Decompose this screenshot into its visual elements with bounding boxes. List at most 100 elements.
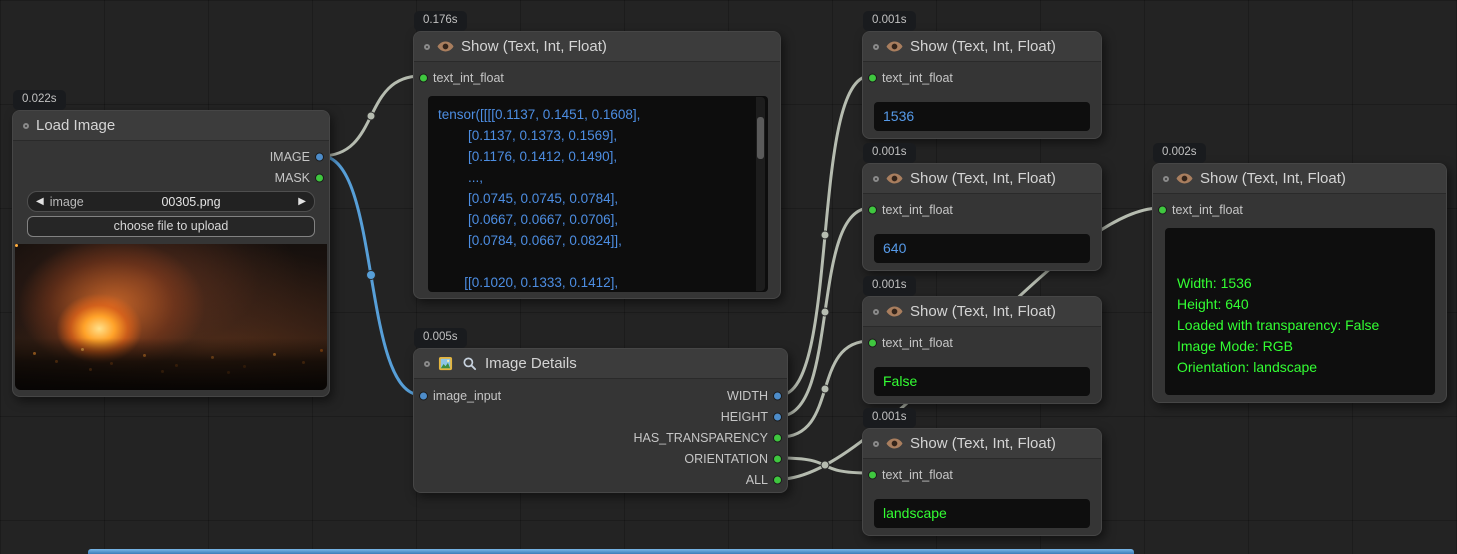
node-title: Show (Text, Int, Float)	[1200, 170, 1346, 187]
node-title-bar[interactable]: Load Image	[13, 111, 329, 141]
node-title-bar[interactable]: Show (Text, Int, Float)	[1153, 164, 1446, 194]
output-dot-width[interactable]	[773, 391, 782, 400]
input-slot-text-int-float[interactable]: text_int_float	[863, 464, 1101, 485]
link-midpoint-dot	[367, 112, 375, 120]
link-midpoint-dot	[821, 461, 829, 469]
node-title: Show (Text, Int, Float)	[910, 435, 1056, 452]
scrollbar-thumb[interactable]	[757, 117, 764, 159]
collapse-dot[interactable]	[873, 441, 879, 447]
value-textarea[interactable]: False	[874, 367, 1090, 396]
input-dot[interactable]	[419, 391, 428, 400]
input-dot[interactable]	[419, 73, 428, 82]
input-slot-label: text_int_float	[882, 468, 953, 482]
value-textarea[interactable]: Width: 1536 Height: 640 Loaded with tran…	[1165, 228, 1435, 395]
node-show-orientation[interactable]: 0.001s Show (Text, Int, Float) text_int_…	[862, 428, 1102, 536]
eye-icon	[1176, 171, 1193, 186]
link-midpoint-dot	[821, 308, 829, 316]
collapse-dot[interactable]	[23, 123, 29, 129]
picture-icon	[437, 356, 454, 371]
input-slot-label: text_int_float	[882, 71, 953, 85]
node-load-image[interactable]: 0.022s Load Image IMAGE MASK ◀ image 003…	[12, 110, 330, 397]
output-dot-image[interactable]	[315, 152, 324, 161]
eye-icon	[886, 171, 903, 186]
combo-prev-icon[interactable]: ◀	[36, 196, 44, 207]
link-midpoint-dot	[367, 271, 376, 280]
tensor-value-textarea[interactable]: tensor([[[[0.1137, 0.1451, 0.1608], [0.1…	[428, 96, 768, 292]
value-textarea[interactable]: 640	[874, 234, 1090, 263]
node-show-all[interactable]: 0.002s Show (Text, Int, Float) text_int_…	[1152, 163, 1447, 403]
execution-time-badge: 0.001s	[863, 11, 916, 31]
input-dot[interactable]	[868, 338, 877, 347]
output-slot-image[interactable]: IMAGE	[13, 146, 329, 167]
input-slot-label: text_int_float	[882, 336, 953, 350]
input-dot[interactable]	[868, 205, 877, 214]
node-show-height[interactable]: 0.001s Show (Text, Int, Float) text_int_…	[862, 163, 1102, 271]
partially-visible-node-edge	[88, 549, 1134, 554]
execution-time-badge: 0.176s	[414, 11, 467, 31]
combo-next-icon[interactable]: ▶	[298, 196, 306, 207]
image-combo-widget[interactable]: ◀ image 00305.png ▶	[27, 191, 315, 212]
combo-value: 00305.png	[90, 195, 293, 209]
input-slot-text-int-float[interactable]: text_int_float	[863, 332, 1101, 353]
eye-icon	[886, 304, 903, 319]
input-dot[interactable]	[868, 470, 877, 479]
collapse-dot[interactable]	[424, 44, 430, 50]
output-dot-orientation[interactable]	[773, 454, 782, 463]
node-image-details[interactable]: 0.005s Image Details WIDTH HEIGHT HAS_TR…	[413, 348, 788, 493]
collapse-dot[interactable]	[873, 309, 879, 315]
node-title-bar[interactable]: Show (Text, Int, Float)	[863, 32, 1101, 62]
scrollbar[interactable]	[756, 97, 765, 291]
input-slot-text-int-float[interactable]: text_int_float	[863, 67, 1101, 88]
collapse-dot[interactable]	[873, 176, 879, 182]
node-title-bar[interactable]: Show (Text, Int, Float)	[863, 297, 1101, 327]
output-slot-label: IMAGE	[270, 150, 310, 164]
output-slot-orientation[interactable]: ORIENTATION	[414, 448, 787, 469]
output-dot-has-transparency[interactable]	[773, 433, 782, 442]
eye-icon	[437, 39, 454, 54]
output-dot-mask[interactable]	[315, 173, 324, 182]
node-title: Load Image	[36, 117, 115, 134]
input-slot-text-int-float[interactable]: text_int_float	[863, 199, 1101, 220]
node-show-tensor[interactable]: 0.176s Show (Text, Int, Float) text_int_…	[413, 31, 781, 299]
value-textarea[interactable]: 1536	[874, 102, 1090, 131]
node-title-bar[interactable]: Show (Text, Int, Float)	[414, 32, 780, 62]
output-slot-all[interactable]: ALL	[414, 469, 787, 490]
node-show-transparency[interactable]: 0.001s Show (Text, Int, Float) text_int_…	[862, 296, 1102, 404]
node-title: Show (Text, Int, Float)	[910, 38, 1056, 55]
input-dot[interactable]	[1158, 205, 1167, 214]
output-slot-label: HEIGHT	[721, 410, 768, 424]
output-dot-height[interactable]	[773, 412, 782, 421]
execution-time-badge: 0.022s	[13, 90, 66, 110]
input-slot-label: text_int_float	[433, 71, 504, 85]
node-title-bar[interactable]: Show (Text, Int, Float)	[863, 429, 1101, 459]
input-slot-image-input[interactable]: image_input	[414, 385, 594, 406]
output-slot-label: ORIENTATION	[684, 452, 768, 466]
collapse-dot[interactable]	[1163, 176, 1169, 182]
input-dot[interactable]	[868, 73, 877, 82]
node-title: Show (Text, Int, Float)	[461, 38, 607, 55]
combo-name: image	[50, 195, 84, 209]
output-slot-height[interactable]: HEIGHT	[414, 406, 787, 427]
value-textarea[interactable]: landscape	[874, 499, 1090, 528]
magnifier-icon	[461, 356, 478, 371]
execution-time-badge: 0.002s	[1153, 143, 1206, 163]
eye-icon	[886, 39, 903, 54]
collapse-dot[interactable]	[424, 361, 430, 367]
collapse-dot[interactable]	[873, 44, 879, 50]
choose-file-button[interactable]: choose file to upload	[27, 216, 315, 237]
output-slot-label: WIDTH	[727, 389, 768, 403]
node-title-bar[interactable]: Show (Text, Int, Float)	[863, 164, 1101, 194]
node-title-bar[interactable]: Image Details	[414, 349, 787, 379]
execution-time-badge: 0.001s	[863, 408, 916, 428]
input-slot-text-int-float[interactable]: text_int_float	[414, 67, 780, 88]
output-slot-mask[interactable]: MASK	[13, 167, 329, 188]
node-show-width[interactable]: 0.001s Show (Text, Int, Float) text_int_…	[862, 31, 1102, 139]
execution-time-badge: 0.005s	[414, 328, 467, 348]
input-slot-text-int-float[interactable]: text_int_float	[1153, 199, 1446, 220]
link-midpoint-dot	[821, 231, 829, 239]
node-title: Show (Text, Int, Float)	[910, 303, 1056, 320]
output-dot-all[interactable]	[773, 475, 782, 484]
execution-time-badge: 0.001s	[863, 276, 916, 296]
output-slot-has-transparency[interactable]: HAS_TRANSPARENCY	[414, 427, 787, 448]
input-slot-label: text_int_float	[882, 203, 953, 217]
